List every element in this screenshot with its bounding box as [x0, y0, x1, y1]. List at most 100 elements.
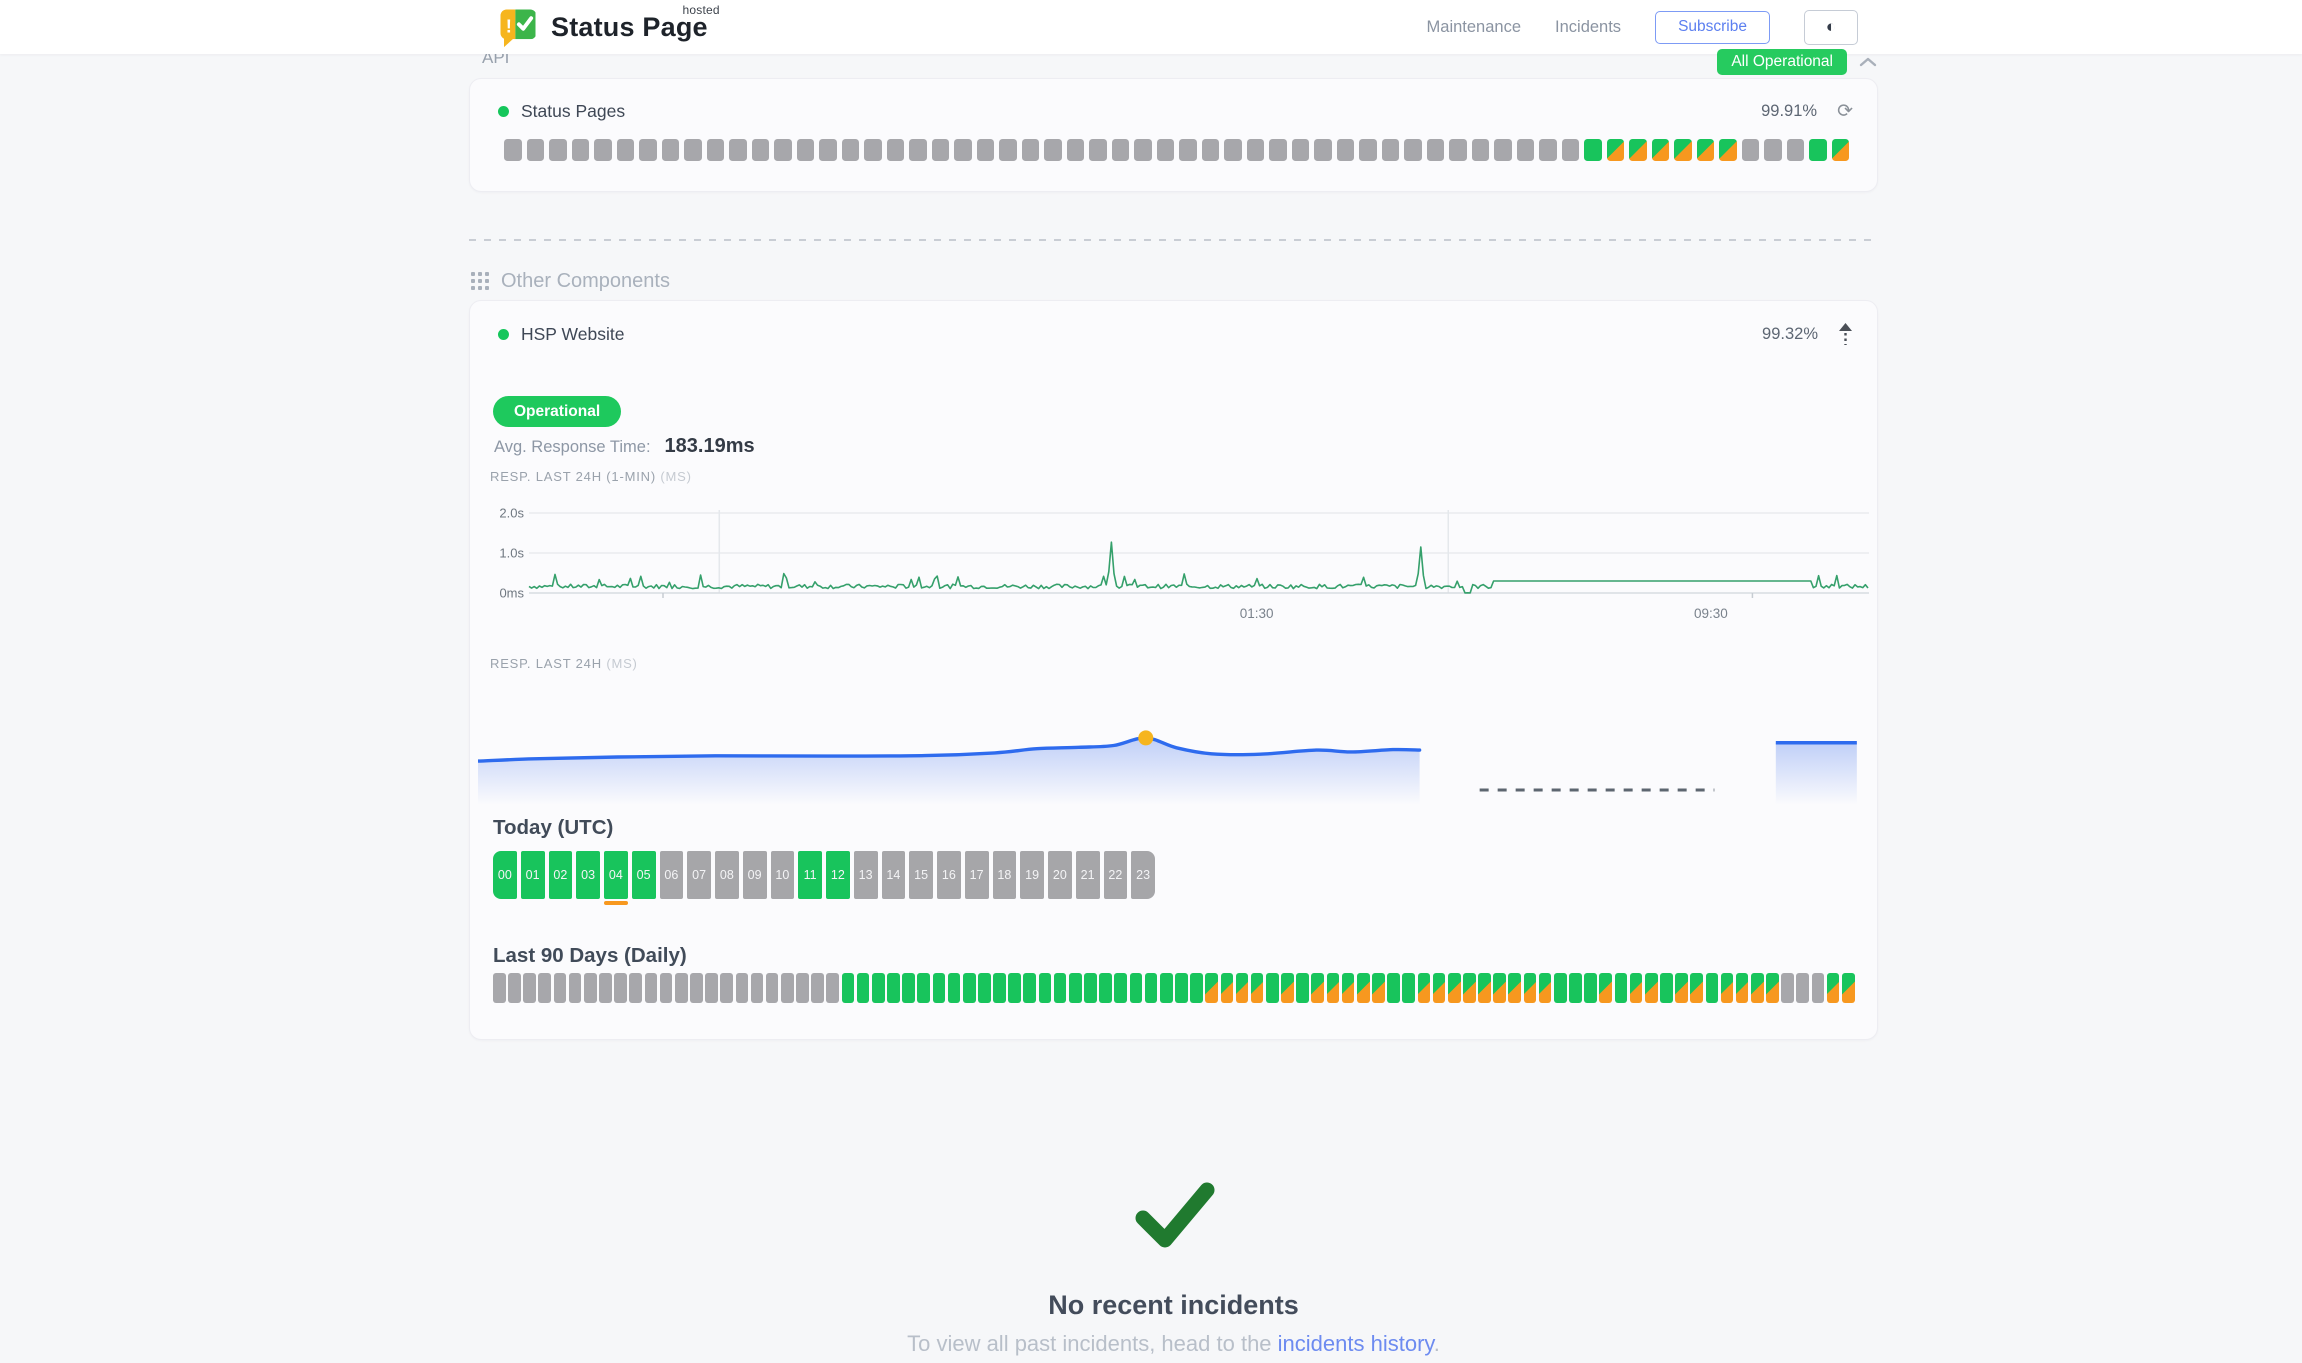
incidents-history-link[interactable]: incidents history — [1278, 1331, 1434, 1356]
uptime-bar-green-orange-split[interactable] — [1463, 973, 1476, 1003]
uptime-bar-gray[interactable] — [797, 139, 815, 161]
uptime-bar-green-orange-split[interactable] — [1327, 973, 1340, 1003]
uptime-bar-gray[interactable] — [1404, 139, 1422, 161]
uptime-bar-gray[interactable] — [1427, 139, 1445, 161]
uptime-bar-gray[interactable] — [549, 139, 567, 161]
uptime-bar-green[interactable] — [1296, 973, 1309, 1003]
uptime-bar-green[interactable] — [1387, 973, 1400, 1003]
uptime-bar-green[interactable] — [842, 973, 855, 1003]
chevron-up-icon[interactable] — [1858, 55, 1878, 69]
uptime-bar-green-orange-split[interactable] — [1251, 973, 1264, 1003]
hour-block-17[interactable]: 17 — [965, 851, 989, 899]
uptime-bar-gray[interactable] — [1787, 139, 1805, 161]
uptime-bar-green[interactable] — [857, 973, 870, 1003]
uptime-bar-green-orange-split[interactable] — [1539, 973, 1552, 1003]
uptime-bar-gray[interactable] — [1179, 139, 1197, 161]
uptime-bar-green[interactable] — [1023, 973, 1036, 1003]
hour-block-02[interactable]: 02 — [549, 851, 573, 899]
uptime-bar-gray[interactable] — [842, 139, 860, 161]
uptime-bar-gray[interactable] — [1764, 139, 1782, 161]
uptime-bar-gray[interactable] — [1269, 139, 1287, 161]
uptime-bar-gray[interactable] — [774, 139, 792, 161]
hour-block-05[interactable]: 05 — [632, 851, 656, 899]
uptime-bar-gray[interactable] — [887, 139, 905, 161]
uptime-bar-gray[interactable] — [675, 973, 688, 1003]
uptime-bar-gray[interactable] — [1449, 139, 1467, 161]
uptime-bar-gray[interactable] — [523, 973, 536, 1003]
dotted-up-arrow-icon[interactable] — [1838, 323, 1853, 345]
uptime-bar-gray[interactable] — [909, 139, 927, 161]
hour-block-14[interactable]: 14 — [882, 851, 906, 899]
uptime-bar-green-orange-split[interactable] — [1599, 973, 1612, 1003]
uptime-bar-gray[interactable] — [1517, 139, 1535, 161]
theme-toggle-button[interactable]: ◐ — [1804, 10, 1858, 45]
hour-block-08[interactable]: 08 — [715, 851, 739, 899]
hour-block-20[interactable]: 20 — [1048, 851, 1072, 899]
uptime-bar-gray[interactable] — [1382, 139, 1400, 161]
uptime-bar-green-orange-split[interactable] — [1221, 973, 1234, 1003]
uptime-bar-green-orange-split[interactable] — [1311, 973, 1324, 1003]
hour-block-23[interactable]: 23 — [1131, 851, 1155, 899]
overall-status-badge[interactable]: All Operational — [1717, 49, 1847, 75]
hour-block-07[interactable]: 07 — [687, 851, 711, 899]
uptime-bar-gray[interactable] — [1224, 139, 1242, 161]
uptime-bar-green-orange-split[interactable] — [1205, 973, 1218, 1003]
uptime-bar-gray[interactable] — [662, 139, 680, 161]
uptime-bar-green[interactable] — [1190, 973, 1203, 1003]
uptime-bar-green-orange-split[interactable] — [1697, 139, 1715, 161]
uptime-bar-gray[interactable] — [1337, 139, 1355, 161]
uptime-bar-gray[interactable] — [572, 139, 590, 161]
uptime-bar-green-orange-split[interactable] — [1630, 973, 1643, 1003]
uptime-bar-green-orange-split[interactable] — [1674, 139, 1692, 161]
hour-block-15[interactable]: 15 — [909, 851, 933, 899]
uptime-bar-gray[interactable] — [707, 139, 725, 161]
uptime-bar-green[interactable] — [948, 973, 961, 1003]
uptime-bar-green[interactable] — [1039, 973, 1052, 1003]
uptime-bar-green[interactable] — [1130, 973, 1143, 1003]
uptime-bar-green-orange-split[interactable] — [1675, 973, 1688, 1003]
uptime-bar-green[interactable] — [887, 973, 900, 1003]
hour-block-13[interactable]: 13 — [854, 851, 878, 899]
uptime-bar-green[interactable] — [1402, 973, 1415, 1003]
uptime-bar-green-orange-split[interactable] — [1508, 973, 1521, 1003]
uptime-bar-green[interactable] — [1615, 973, 1628, 1003]
hour-block-16[interactable]: 16 — [937, 851, 961, 899]
uptime-bar-gray[interactable] — [705, 973, 718, 1003]
uptime-bar-gray[interactable] — [1134, 139, 1152, 161]
uptime-bar-gray[interactable] — [1089, 139, 1107, 161]
uptime-bar-green-orange-split[interactable] — [1357, 973, 1370, 1003]
uptime-bar-gray[interactable] — [554, 973, 567, 1003]
uptime-bar-green-orange-split[interactable] — [1629, 139, 1647, 161]
uptime-bar-green[interactable] — [902, 973, 915, 1003]
uptime-bar-green[interactable] — [1584, 139, 1602, 161]
uptime-bar-gray[interactable] — [690, 973, 703, 1003]
uptime-bar-green-orange-split[interactable] — [1607, 139, 1625, 161]
uptime-bar-green[interactable] — [1054, 973, 1067, 1003]
uptime-bar-gray[interactable] — [766, 973, 779, 1003]
hour-block-00[interactable]: 00 — [493, 851, 517, 899]
uptime-bar-green-orange-split[interactable] — [1524, 973, 1537, 1003]
uptime-bar-gray[interactable] — [1292, 139, 1310, 161]
uptime-bar-gray[interactable] — [736, 973, 749, 1003]
uptime-bar-gray[interactable] — [617, 139, 635, 161]
uptime-bar-gray[interactable] — [660, 973, 673, 1003]
uptime-bar-green-orange-split[interactable] — [1842, 973, 1855, 1003]
hour-block-06[interactable]: 06 — [660, 851, 684, 899]
uptime-bar-green-orange-split[interactable] — [1827, 973, 1840, 1003]
uptime-bar-gray[interactable] — [584, 973, 597, 1003]
uptime-bar-green[interactable] — [993, 973, 1006, 1003]
uptime-bar-green[interactable] — [1008, 973, 1021, 1003]
uptime-bar-green[interactable] — [1584, 973, 1597, 1003]
uptime-bar-green-orange-split[interactable] — [1372, 973, 1385, 1003]
uptime-bar-green-orange-split[interactable] — [1719, 139, 1737, 161]
uptime-bar-gray[interactable] — [504, 139, 522, 161]
uptime-bar-gray[interactable] — [1314, 139, 1332, 161]
uptime-bar-green-orange-split[interactable] — [1478, 973, 1491, 1003]
uptime-bar-green[interactable] — [917, 973, 930, 1003]
uptime-bar-gray[interactable] — [729, 139, 747, 161]
uptime-bar-gray[interactable] — [569, 973, 582, 1003]
uptime-bar-gray[interactable] — [864, 139, 882, 161]
uptime-bar-green[interactable] — [978, 973, 991, 1003]
uptime-bar-gray[interactable] — [811, 973, 824, 1003]
uptime-bar-green[interactable] — [1706, 973, 1719, 1003]
